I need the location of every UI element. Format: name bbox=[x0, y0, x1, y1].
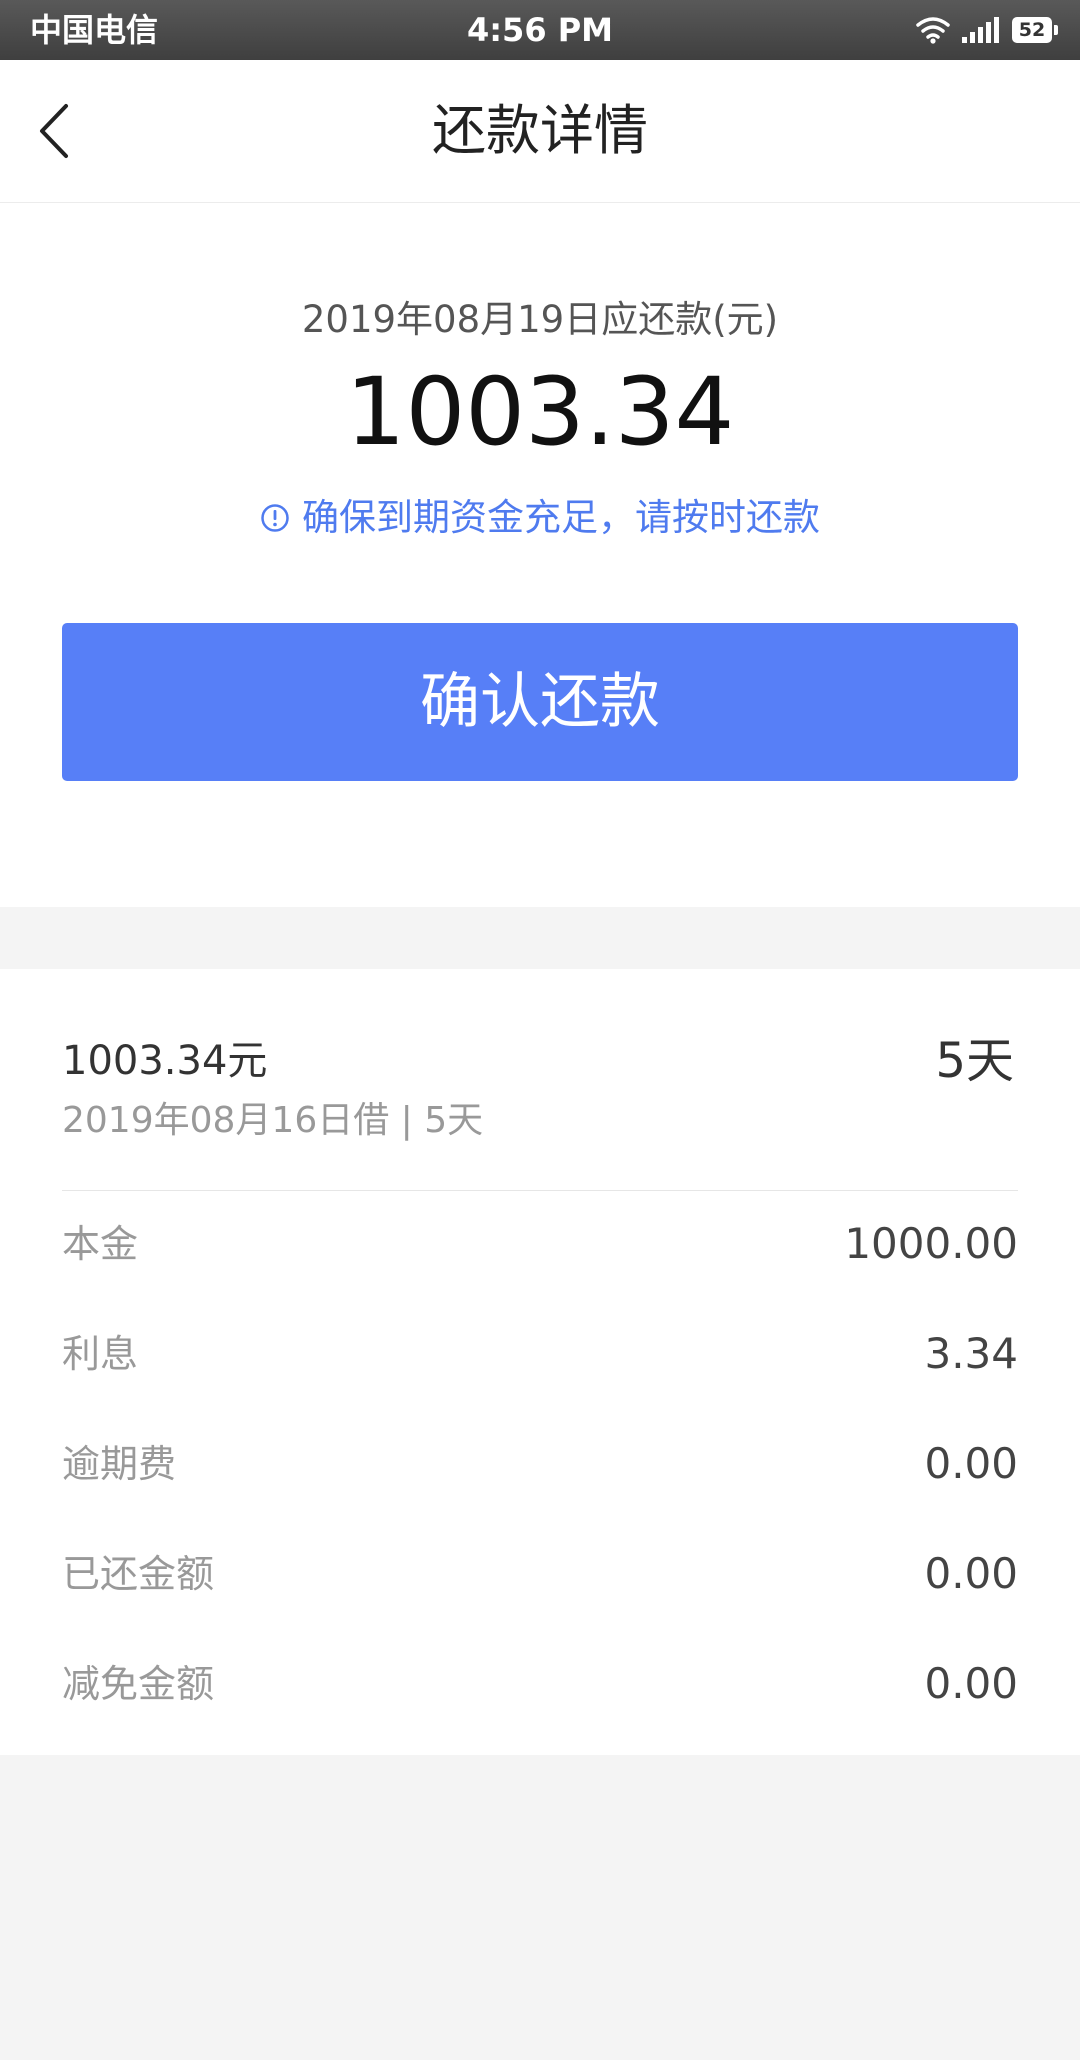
detail-value: 0.00 bbox=[924, 1439, 1018, 1488]
status-bar: 中国电信 4:56 PM 52 bbox=[0, 0, 1080, 60]
battery-icon: 52 bbox=[1012, 17, 1058, 43]
detail-label: 减免金额 bbox=[62, 1662, 215, 1706]
loan-details: 1003.34元 2019年08月16日借 | 5天 5天 本金 1000.00… bbox=[0, 969, 1080, 1755]
detail-row-overdue-fee: 逾期费 0.00 bbox=[62, 1434, 1018, 1494]
detail-label: 已还金额 bbox=[62, 1552, 215, 1596]
detail-value: 1000.00 bbox=[844, 1219, 1018, 1268]
detail-value: 0.00 bbox=[924, 1549, 1018, 1598]
signal-icon bbox=[962, 17, 999, 43]
divider bbox=[62, 1190, 1018, 1191]
detail-row-principal: 本金 1000.00 bbox=[62, 1214, 1018, 1274]
page-title: 还款详情 bbox=[432, 99, 648, 162]
info-icon bbox=[261, 504, 289, 532]
due-amount: 1003.34 bbox=[345, 358, 735, 467]
detail-row-repaid: 已还金额 0.00 bbox=[62, 1544, 1018, 1604]
loan-term: 5天 bbox=[935, 1033, 1014, 1089]
detail-row-waived: 减免金额 0.00 bbox=[62, 1654, 1018, 1714]
repayment-summary: 2019年08月19日应还款(元) 1003.34 确保到期资金充足，请按时还款… bbox=[0, 203, 1080, 907]
detail-value: 0.00 bbox=[924, 1659, 1018, 1708]
loan-amount: 1003.34元 bbox=[62, 1038, 268, 1084]
due-caption: 2019年08月19日应还款(元) bbox=[301, 298, 779, 341]
notice-text: 确保到期资金充足，请按时还款 bbox=[302, 496, 820, 539]
detail-row-interest: 利息 3.34 bbox=[62, 1324, 1018, 1384]
detail-label: 逾期费 bbox=[62, 1442, 177, 1486]
notice: 确保到期资金充足，请按时还款 bbox=[0, 493, 1080, 543]
nav-bar: 还款详情 bbox=[0, 60, 1080, 203]
detail-value: 3.34 bbox=[924, 1329, 1018, 1378]
detail-label: 本金 bbox=[62, 1222, 139, 1266]
status-indicators: 52 bbox=[916, 12, 1058, 48]
confirm-repayment-button[interactable]: 确认还款 bbox=[62, 623, 1018, 781]
wifi-icon bbox=[916, 17, 950, 44]
detail-label: 利息 bbox=[62, 1332, 139, 1376]
loan-date-term: 2019年08月16日借 | 5天 bbox=[62, 1100, 484, 1141]
